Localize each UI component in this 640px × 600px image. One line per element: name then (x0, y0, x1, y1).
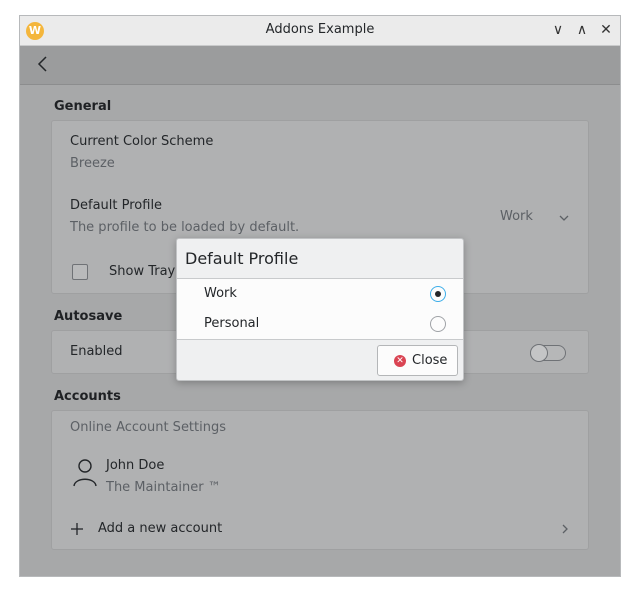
option-work-label: Work (204, 286, 237, 301)
section-title-general: General (54, 99, 112, 114)
window-title: Addons Example (265, 22, 375, 37)
accounts-card: Online Account Settings John Doe The Mai… (51, 410, 589, 550)
option-work-radio[interactable] (430, 286, 446, 302)
chevron-down-icon (559, 215, 569, 221)
dialog-options: Work Personal (177, 279, 463, 339)
add-account-item[interactable]: Add a new account (52, 515, 588, 543)
plus-icon (71, 523, 83, 535)
default-profile-selected: Work (500, 209, 533, 224)
section-title-accounts: Accounts (54, 389, 121, 404)
color-scheme-label: Current Color Scheme (70, 134, 214, 149)
account-role: The Maintainer ™ (106, 480, 221, 495)
default-profile-dialog: Default Profile Work Personal ✕ Close (176, 238, 464, 381)
account-name: John Doe (106, 458, 165, 473)
close-window-button[interactable]: ✕ (596, 20, 616, 40)
online-account-settings-label: Online Account Settings (70, 420, 227, 435)
dialog-divider-bottom (177, 339, 463, 340)
section-title-autosave: Autosave (54, 309, 123, 324)
autosave-enabled-label: Enabled (70, 344, 123, 359)
dialog-close-label: Close (412, 353, 448, 368)
chevron-left-icon (37, 56, 47, 72)
close-circle-icon: ✕ (394, 355, 406, 367)
back-button[interactable] (32, 53, 54, 75)
default-profile-dropdown[interactable]: Work (500, 207, 570, 227)
dialog-close-button[interactable]: ✕ Close (377, 345, 458, 376)
title-bar[interactable]: W Addons Example ∨ ∧ ✕ (20, 16, 620, 46)
minimize-button[interactable]: ∨ (548, 20, 568, 40)
show-tray-checkbox[interactable] (72, 264, 88, 280)
dialog-title: Default Profile (185, 249, 299, 268)
option-personal[interactable]: Personal (177, 309, 463, 339)
toggle-knob (530, 344, 548, 362)
option-personal-radio[interactable] (430, 316, 446, 332)
option-work[interactable]: Work (177, 279, 463, 309)
toolbar (20, 46, 620, 85)
account-item[interactable]: John Doe The Maintainer ™ (52, 449, 588, 501)
maximize-button[interactable]: ∧ (572, 20, 592, 40)
chevron-right-icon (562, 524, 568, 534)
autosave-toggle[interactable] (530, 344, 566, 362)
option-personal-label: Personal (204, 316, 260, 331)
add-account-label: Add a new account (98, 521, 223, 536)
default-profile-label: Default Profile (70, 198, 163, 213)
user-icon (73, 459, 97, 487)
default-profile-description: The profile to be loaded by default. (70, 220, 300, 235)
color-scheme-value: Breeze (70, 156, 115, 171)
show-tray-label: Show Tray I (109, 264, 184, 279)
